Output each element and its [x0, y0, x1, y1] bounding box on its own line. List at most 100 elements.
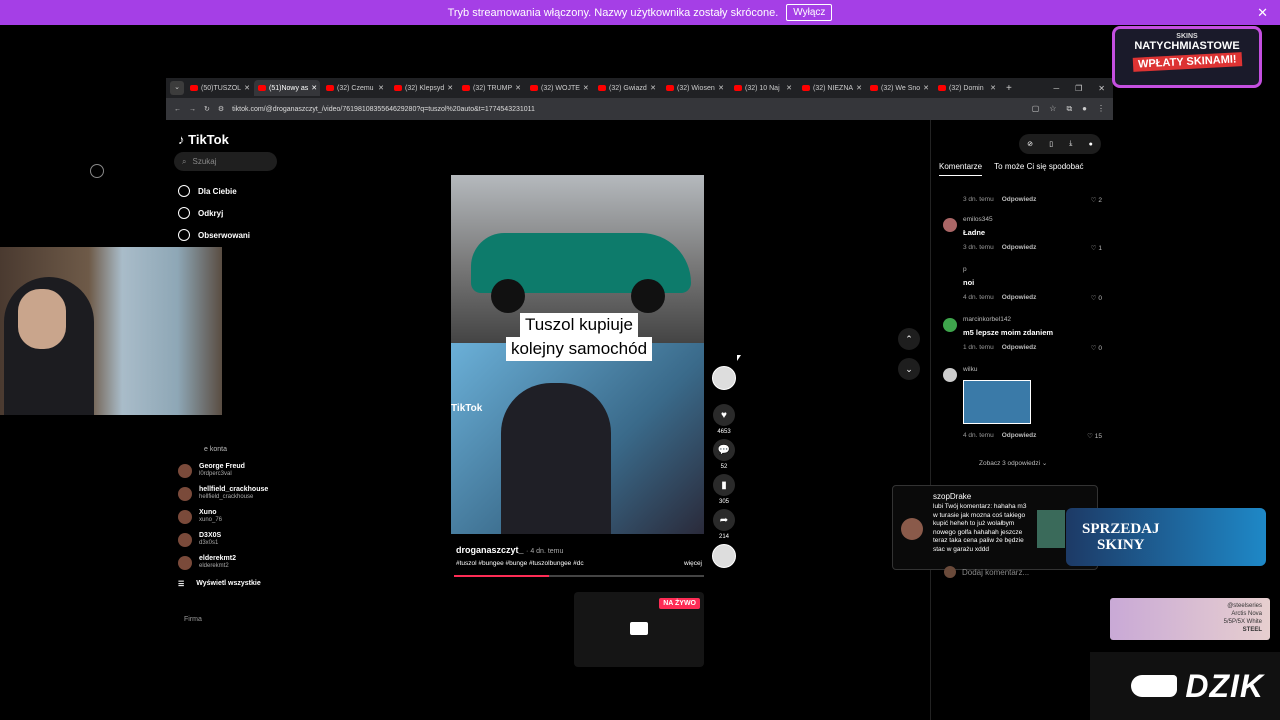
nav-item-following[interactable]: Obserwowani	[178, 224, 250, 246]
tab-suggestions[interactable]: To może Ci się spodobać	[994, 162, 1083, 176]
minimize-icon[interactable]: ─	[1053, 84, 1059, 93]
followed-account[interactable]: D3X0S d3x0s1	[178, 528, 268, 551]
close-window-icon[interactable]: ✕	[1098, 84, 1105, 93]
live-card[interactable]: NA ŻYWO	[574, 592, 704, 667]
comment-likes[interactable]: ♡ 0	[1091, 294, 1102, 302]
comment-icon[interactable]: 💬	[713, 439, 735, 461]
device-icon[interactable]: ▯	[1049, 140, 1053, 148]
comment-likes[interactable]: ♡ 15	[1087, 432, 1102, 440]
bookmark-icon[interactable]: ▮	[713, 474, 735, 496]
close-tab-icon[interactable]: ✕	[311, 84, 317, 92]
show-all-button[interactable]: ☰ Wyświetl wszystkie	[178, 580, 268, 588]
maximize-icon[interactable]: ❐	[1075, 84, 1082, 93]
profile-icon[interactable]: ●	[1082, 104, 1087, 114]
reply-button[interactable]: Odpowiedz	[1002, 344, 1037, 351]
link-icon[interactable]: ⊘	[1027, 140, 1033, 148]
close-tab-icon[interactable]: ✕	[718, 84, 724, 92]
extensions-icon[interactable]: ⧉	[1066, 104, 1072, 114]
back-icon[interactable]: ←	[174, 106, 181, 113]
close-tab-icon[interactable]: ✕	[990, 84, 996, 92]
comment-user[interactable]: wilku	[963, 366, 977, 373]
url-field[interactable]: tiktok.com/@droganaszczyt_/video/7619810…	[232, 106, 535, 113]
followed-account[interactable]: elderekmt2 elderekmt2	[178, 551, 268, 574]
comment-likes[interactable]: ♡ 0	[1091, 344, 1102, 352]
video-player[interactable]: Tuszol kupiuje kolejny samochód TikTok	[451, 175, 704, 534]
add-comment-input[interactable]: Dodaj komentarz...	[962, 568, 1029, 577]
close-tab-icon[interactable]: ✕	[583, 84, 589, 92]
tiktok-logo[interactable]: ♪ TikTok	[178, 132, 229, 147]
like-icon[interactable]: ♥	[713, 404, 735, 426]
author-avatar[interactable]	[712, 366, 736, 390]
browser-tab[interactable]: (32) Czemu ✕	[322, 80, 388, 96]
browser-tab[interactable]: (50)TUSZOL ✕	[186, 80, 252, 96]
close-tab-icon[interactable]: ✕	[447, 84, 453, 92]
browser-tab[interactable]: (32) 10 Naj ✕	[730, 80, 796, 96]
comments-panel: ⊘ ▯ ⤓ ● Komentarze To może Ci się spodob…	[930, 120, 1113, 720]
reply-button[interactable]: Odpowiedz	[1002, 244, 1037, 251]
browser-tab[interactable]: (32) We Sno ✕	[866, 80, 932, 96]
next-video-button[interactable]: ⌄	[898, 358, 920, 380]
tab-label: (32) Czemu	[337, 84, 374, 92]
browser-tab[interactable]: (32) Wiosen ✕	[662, 80, 728, 96]
close-tab-icon[interactable]: ✕	[515, 84, 521, 92]
reply-button[interactable]: Odpowiedz	[1002, 294, 1037, 301]
followed-account[interactable]: Xuno xuno_76	[178, 505, 268, 528]
footer-firma[interactable]: Firma	[184, 616, 202, 623]
browser-tab[interactable]: (32) Klepsyd ✕	[390, 80, 456, 96]
share-icon[interactable]: ➦	[713, 509, 735, 531]
skins-promo: SKINS NATYCHMIASTOWE WPŁATY SKINAMI!	[1112, 26, 1262, 88]
avatar[interactable]	[943, 368, 957, 382]
tab-comments[interactable]: Komentarze	[939, 162, 983, 176]
download-icon[interactable]: ⤓	[1069, 140, 1072, 148]
view-replies-button[interactable]: Zobacz 3 odpowiedzi ⌄	[979, 459, 1047, 467]
nav-item-for-you[interactable]: Dla Ciebie	[178, 180, 250, 202]
reply-button[interactable]: Odpowiedz	[1002, 432, 1037, 439]
comment-likes[interactable]: ♡ 2	[1091, 196, 1102, 204]
more-link[interactable]: więcej	[684, 560, 702, 567]
close-tab-icon[interactable]: ✕	[378, 84, 384, 92]
nav-item-explore[interactable]: Odkryj	[178, 202, 250, 224]
browser-tab[interactable]: (51)Nowy as ✕	[254, 80, 320, 96]
steelseries-ad: @steelseries Arctis Nova 5/5P/5X White S…	[1110, 598, 1270, 640]
previous-video-button[interactable]: ⌃	[898, 328, 920, 350]
user-avatar[interactable]: ●	[1089, 141, 1093, 148]
donation-thumbnail	[1037, 510, 1065, 548]
close-tab-icon[interactable]: ✕	[786, 84, 792, 92]
music-disc-icon[interactable]	[712, 544, 736, 568]
new-tab-button[interactable]: +	[1006, 83, 1012, 94]
disable-streaming-button[interactable]: Wyłącz	[786, 4, 833, 21]
close-tab-icon[interactable]: ✕	[923, 84, 929, 92]
comment-user[interactable]: marcinkorbel142	[963, 316, 1011, 323]
menu-icon[interactable]: ⋮	[1097, 104, 1105, 114]
followed-account[interactable]: hellfield_crackhouse hellfield_crackhouse	[178, 482, 268, 505]
comment-user[interactable]: emilos345	[963, 216, 993, 223]
site-info-icon[interactable]: ⚙	[218, 105, 224, 113]
browser-tab[interactable]: (32) WOJTE ✕	[526, 80, 592, 96]
video-progress[interactable]	[454, 575, 704, 577]
donation-text: lubi Twój komentarz: hahaha m3 w turasie…	[933, 503, 1027, 553]
browser-tab[interactable]: (32) TRUMP ✕	[458, 80, 524, 96]
reload-icon[interactable]: ↻	[204, 105, 210, 113]
tab-search-icon[interactable]: ⌄	[170, 81, 184, 95]
cast-icon[interactable]: ▢	[1032, 104, 1040, 114]
close-tab-icon[interactable]: ✕	[856, 84, 862, 92]
browser-tab[interactable]: (32) Domin ✕	[934, 80, 1000, 96]
reply-button[interactable]: Odpowiedz	[1002, 196, 1037, 203]
video-author[interactable]: droganaszczyt_ · 4 dn. temu	[456, 545, 702, 555]
forward-icon[interactable]: →	[189, 106, 196, 113]
followed-account[interactable]: George Freud l0rdperc3val	[178, 459, 268, 482]
bookmark-star-icon[interactable]: ☆	[1049, 104, 1056, 114]
close-tab-icon[interactable]: ✕	[650, 84, 656, 92]
browser-tab[interactable]: (32) NIEZNA ✕	[798, 80, 864, 96]
browser-tab[interactable]: (32) Gwiazd ✕	[594, 80, 660, 96]
close-icon[interactable]: ✕	[1257, 5, 1268, 21]
avatar[interactable]	[943, 318, 957, 332]
comment-user[interactable]: p	[963, 266, 967, 273]
account-handle: elderekmt2	[199, 563, 229, 569]
video-hashtags[interactable]: #tuszol #bungee #bunge #tuszolbungee #dc	[456, 560, 584, 567]
comment-likes[interactable]: ♡ 1	[1091, 244, 1102, 252]
caption-line-2: kolejny samochód	[505, 337, 653, 361]
avatar[interactable]	[943, 218, 957, 232]
close-tab-icon[interactable]: ✕	[244, 84, 250, 92]
search-input[interactable]: ⌕ Szukaj	[174, 152, 277, 171]
